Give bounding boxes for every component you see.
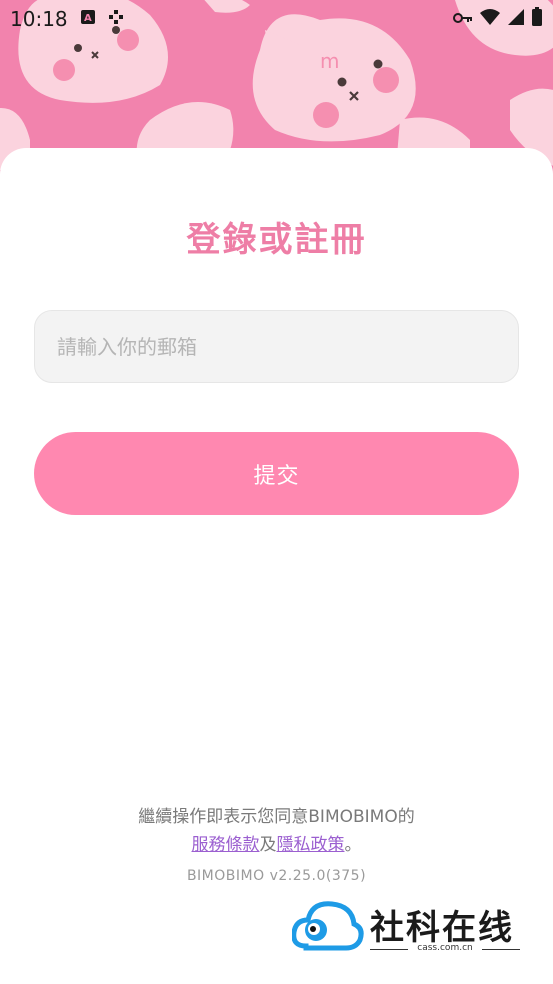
submit-button[interactable]: 提交 [34, 432, 519, 515]
wifi-icon [479, 8, 501, 30]
terms-prefix: 繼續操作即表示您同意BIMOBIMO的 [138, 807, 415, 827]
vpn-key-icon [453, 10, 473, 29]
battery-icon [531, 7, 543, 31]
svg-text:A: A [84, 13, 92, 24]
terms-suffix: 。 [344, 835, 362, 855]
status-time: 10:18 [10, 7, 68, 31]
app-version: BIMOBIMO v2.25.0(375) [186, 868, 367, 884]
terms-connector: 及 [259, 835, 277, 855]
status-bar: 10:18 A [0, 0, 553, 38]
watermark: 社科在线 cass.com.cn [291, 896, 532, 966]
email-input[interactable] [57, 334, 518, 359]
page-title: 登錄或註冊 [186, 220, 367, 260]
submit-button-label: 提交 [253, 463, 300, 489]
cloud-eye-logo-icon [291, 901, 364, 951]
signal-icon [507, 8, 525, 30]
app-notification-icon [108, 9, 124, 29]
watermark-title: 社科在线 [370, 908, 514, 948]
privacy-policy-link[interactable]: 隱私政策 [277, 835, 345, 855]
a-notification-icon: A [80, 9, 96, 29]
watermark-domain: cass.com.cn [417, 943, 473, 953]
terms-notice: 繼續操作即表示您同意BIMOBIMO的 服務條款及隱私政策。 [0, 803, 553, 859]
email-field[interactable] [34, 310, 519, 383]
svg-text:m: m [320, 49, 339, 73]
terms-of-service-link[interactable]: 服務條款 [192, 835, 260, 855]
